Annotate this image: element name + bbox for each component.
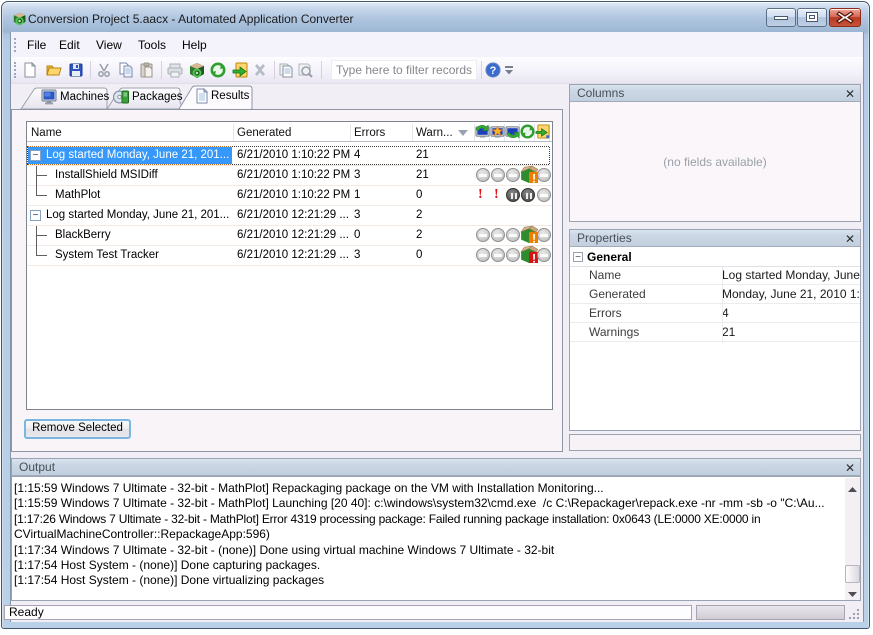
svg-text:?: ? bbox=[490, 65, 497, 77]
svg-text:!: ! bbox=[532, 251, 536, 263]
svg-text:!: ! bbox=[532, 231, 536, 243]
svg-text:!: ! bbox=[532, 171, 536, 183]
